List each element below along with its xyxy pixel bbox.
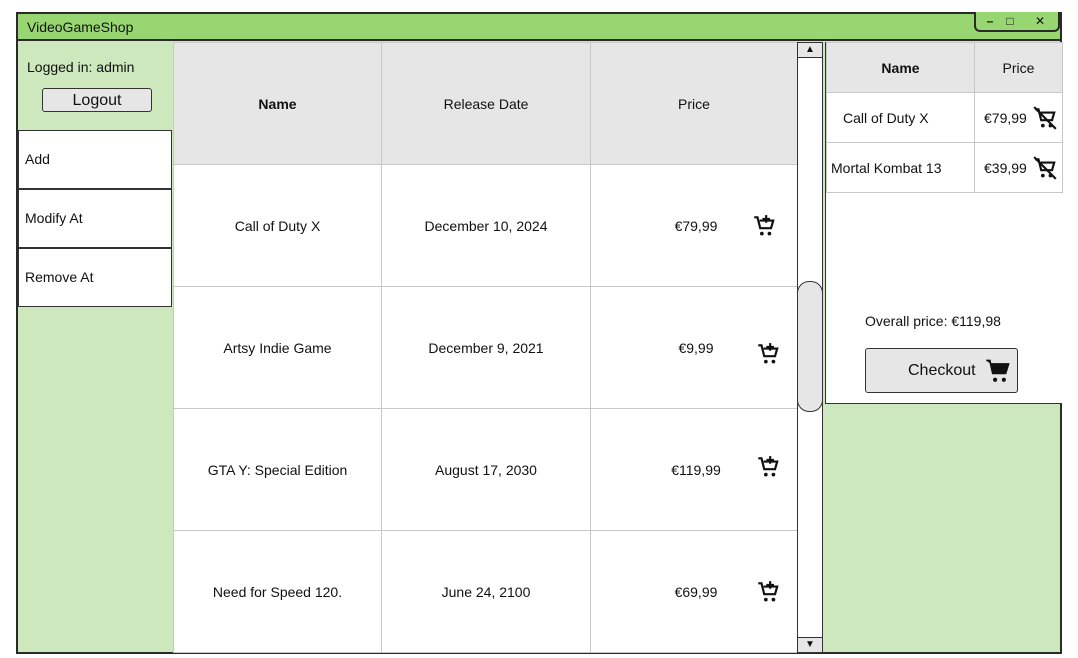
- column-header-release-date[interactable]: Release Date: [381, 42, 591, 165]
- maximize-icon[interactable]: □: [1000, 12, 1020, 30]
- scroll-thumb[interactable]: [797, 281, 823, 412]
- game-name: Artsy Indie Game: [173, 286, 382, 409]
- cart-header-row: Name Price: [826, 42, 1063, 93]
- game-price-cell: €9,99: [590, 286, 798, 409]
- column-header-name[interactable]: Name: [173, 42, 382, 165]
- cart-header-name[interactable]: Name: [826, 42, 975, 93]
- minimize-icon[interactable]: –: [980, 12, 1000, 30]
- vertical-scrollbar[interactable]: ▲ ▼: [797, 42, 823, 653]
- catalog-header-row: Name Release Date Price: [173, 42, 798, 165]
- cart-item-price: €79,99: [984, 109, 1027, 126]
- cart-item-name: Mortal Kombat 13: [826, 142, 975, 193]
- checkout-label: Checkout: [908, 362, 976, 379]
- game-price-cell: €69,99: [590, 530, 798, 653]
- add-to-cart-icon[interactable]: [755, 341, 781, 367]
- add-to-cart-icon[interactable]: [751, 213, 777, 239]
- window-controls: – □ ✕: [974, 12, 1060, 32]
- close-icon[interactable]: ✕: [1030, 12, 1050, 30]
- catalog-table: Name Release Date Price Call of Duty X D…: [173, 42, 798, 653]
- cart-header-price[interactable]: Price: [974, 42, 1063, 93]
- game-price-cell: €79,99: [590, 164, 798, 287]
- game-name: Need for Speed 120.: [173, 530, 382, 653]
- remove-from-cart-icon[interactable]: [1032, 155, 1058, 181]
- table-row[interactable]: Artsy Indie Game December 9, 2021 €9,99: [173, 286, 798, 409]
- remove-from-cart-icon[interactable]: [1032, 105, 1058, 131]
- table-row[interactable]: Need for Speed 120. June 24, 2100 €69,99: [173, 530, 798, 653]
- app-window: VideoGameShop – □ ✕ Logged in: admin Log…: [16, 12, 1063, 654]
- game-release-date: August 17, 2030: [381, 408, 591, 531]
- checkout-button[interactable]: Checkout: [865, 348, 1018, 393]
- logged-in-label: Logged in: admin: [27, 59, 135, 75]
- add-to-cart-icon[interactable]: [755, 579, 781, 605]
- cart-item-price: €39,99: [984, 159, 1027, 176]
- add-button[interactable]: Add: [18, 130, 172, 189]
- game-release-date: December 10, 2024: [381, 164, 591, 287]
- logout-button[interactable]: Logout: [42, 88, 152, 112]
- cart-panel: Name Price Call of Duty X €79,99 Mortal …: [825, 42, 1063, 404]
- game-release-date: December 9, 2021: [381, 286, 591, 409]
- add-to-cart-icon[interactable]: [755, 454, 781, 480]
- cart-item-name: Call of Duty X: [826, 92, 975, 143]
- scroll-up-arrow-icon[interactable]: ▲: [798, 42, 822, 58]
- scroll-down-arrow-icon[interactable]: ▼: [798, 637, 822, 653]
- overall-price: Overall price: €119,98: [865, 313, 1001, 329]
- column-header-price[interactable]: Price: [590, 42, 798, 165]
- game-release-date: June 24, 2100: [381, 530, 591, 653]
- cart-item-price-cell: €39,99: [974, 142, 1063, 193]
- title-bar: VideoGameShop – □ ✕: [18, 12, 1060, 41]
- cart-row[interactable]: Mortal Kombat 13 €39,99: [826, 142, 1063, 193]
- game-name: GTA Y: Special Edition: [173, 408, 382, 531]
- game-price-cell: €119,99: [590, 408, 798, 531]
- modify-at-button[interactable]: Modify At: [18, 189, 172, 248]
- cart-row[interactable]: Call of Duty X €79,99: [826, 92, 1063, 143]
- game-name: Call of Duty X: [173, 164, 382, 287]
- shopping-cart-icon: [986, 359, 1010, 382]
- cart-item-price-cell: €79,99: [974, 92, 1063, 143]
- window-title: VideoGameShop: [27, 19, 134, 35]
- sidebar: Logged in: admin Logout Add Modify At Re…: [18, 41, 172, 652]
- remove-at-button[interactable]: Remove At: [18, 248, 172, 307]
- table-row[interactable]: Call of Duty X December 10, 2024 €79,99: [173, 164, 798, 287]
- table-row[interactable]: GTA Y: Special Edition August 17, 2030 €…: [173, 408, 798, 531]
